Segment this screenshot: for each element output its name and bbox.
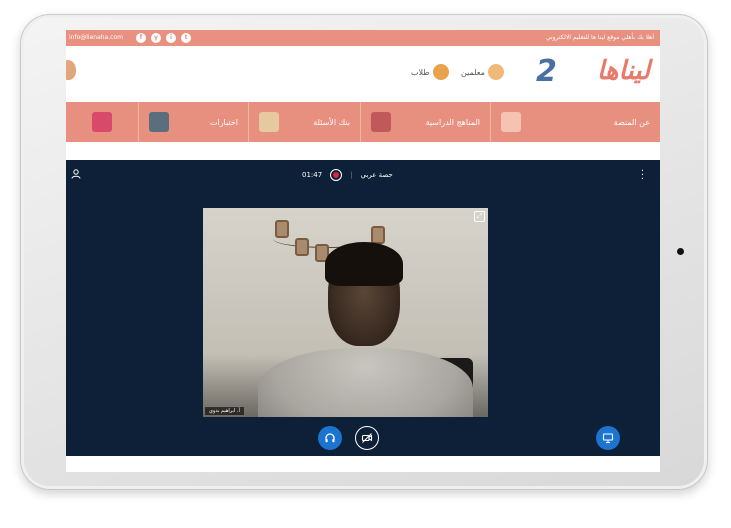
audio-button[interactable] <box>318 426 342 450</box>
site-logo[interactable]: 2 ليناها <box>536 54 654 89</box>
camera-button[interactable] <box>355 426 379 450</box>
session-status: 01:47 | حصة عربي <box>302 169 393 181</box>
video-conference: 01:47 | حصة عربي · · · أ. ابراهيم بدوي ⤢ <box>66 160 660 456</box>
participant-video: أ. ابراهيم بدوي ⤢ <box>203 208 488 417</box>
nav-curricula[interactable]: المناهج الدراسية <box>360 102 490 142</box>
nav-exams[interactable]: اختبارات <box>138 102 248 142</box>
lantern-decoration <box>295 238 309 256</box>
person-hair <box>325 242 403 286</box>
user-avatar[interactable] <box>66 60 76 80</box>
teachers-link[interactable]: معلمين <box>461 64 504 80</box>
logo-number: 2 <box>536 54 557 89</box>
students-label: طلاب <box>411 67 430 77</box>
instagram-icon[interactable]: i <box>166 33 176 43</box>
nav-question-bank-label: بنك الأسئلة <box>313 117 350 127</box>
person-body <box>258 348 473 417</box>
nav-about-label: عن المنصة <box>613 117 650 127</box>
presentation-icon <box>602 433 614 444</box>
youtube-icon[interactable]: y <box>151 33 161 43</box>
camera-off-icon <box>361 433 373 443</box>
video-lessons-icon <box>92 112 112 132</box>
more-options-icon[interactable]: · · · <box>641 167 644 185</box>
question-bank-icon <box>259 112 279 132</box>
participants-icon[interactable] <box>71 169 81 179</box>
students-link[interactable]: طلاب <box>411 64 449 80</box>
teacher-face-icon <box>487 64 504 80</box>
participant-name: أ. ابراهيم بدوي <box>205 407 244 415</box>
fullscreen-icon[interactable]: ⤢ <box>474 211 485 222</box>
books-icon <box>371 112 391 132</box>
nav-curricula-label: المناهج الدراسية <box>425 117 480 127</box>
session-title: حصة عربي <box>360 171 393 179</box>
top-bar: info@lienaha.com f y i t أهلا بك بأهلي م… <box>66 30 660 46</box>
about-icon <box>501 112 521 132</box>
twitter-icon[interactable]: t <box>181 33 191 43</box>
main-nav: عن المنصة المناهج الدراسية بنك الأسئلة ا… <box>66 102 660 142</box>
screen-share-button[interactable] <box>596 426 620 450</box>
site-header: معلمين طلاب 2 ليناها <box>66 46 660 102</box>
exams-icon <box>149 112 169 132</box>
nav-about[interactable]: عن المنصة <box>490 102 660 142</box>
session-timer: 01:47 <box>302 171 323 179</box>
nav-video-lessons[interactable] <box>66 102 138 142</box>
student-face-icon <box>432 64 449 80</box>
contact-email[interactable]: info@lienaha.com <box>69 34 123 41</box>
status-divider: | <box>350 171 353 179</box>
facebook-icon[interactable]: f <box>136 33 146 43</box>
headphones-icon <box>325 433 335 443</box>
screen: info@lienaha.com f y i t أهلا بك بأهلي م… <box>66 30 660 472</box>
logo-text: ليناها <box>596 56 651 86</box>
record-icon[interactable] <box>330 169 343 181</box>
nav-question-bank[interactable]: بنك الأسئلة <box>248 102 360 142</box>
welcome-text: أهلا بك بأهلي موقع لينا ها للتعليم الالك… <box>545 34 654 41</box>
lantern-decoration <box>371 226 385 244</box>
nav-exams-label: اختبارات <box>209 117 238 127</box>
social-links: f y i t <box>136 33 191 43</box>
teachers-label: معلمين <box>461 67 485 77</box>
tablet-camera-dot <box>677 248 684 255</box>
lantern-decoration <box>275 220 289 238</box>
